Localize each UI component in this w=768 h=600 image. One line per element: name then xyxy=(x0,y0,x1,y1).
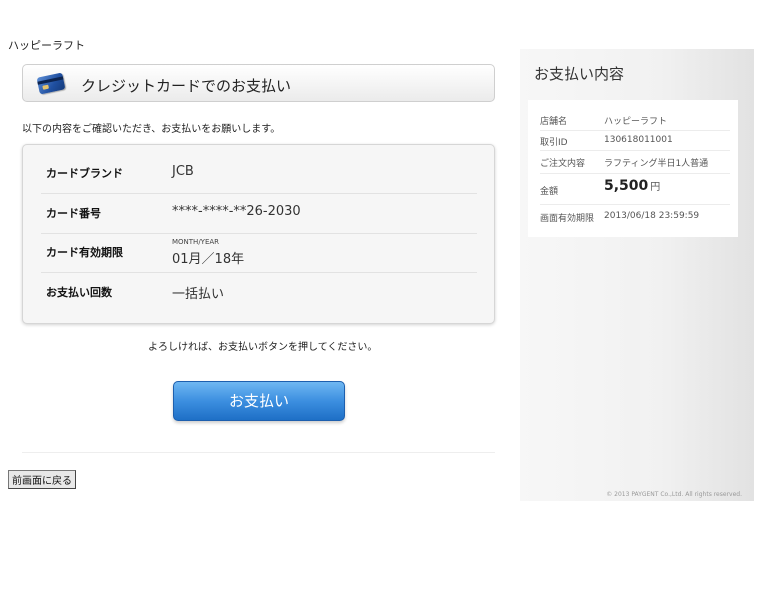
card-brand-row: カードブランド JCB xyxy=(41,153,477,194)
pay-button[interactable]: お支払い xyxy=(173,381,345,421)
summary-amount-value: 5,500 xyxy=(604,178,649,194)
summary-expiry-value: 2013/06/18 23:59:59 xyxy=(604,211,700,221)
card-brand-label: カードブランド xyxy=(46,167,123,180)
card-number-label: カード番号 xyxy=(46,207,101,220)
summary-expiry-row: 画面有効期限 2013/06/18 23:59:59 xyxy=(540,205,730,227)
summary-title: お支払い内容 xyxy=(534,65,625,83)
payment-details-panel: カードブランド JCB カード番号 ****-****-**26-2030 カー… xyxy=(22,144,495,324)
summary-order-row: ご注文内容 ラフティング半日1人普通 xyxy=(540,151,730,174)
page-title-bar: クレジットカードでのお支払い xyxy=(22,64,495,102)
shop-name: ハッピーラフト xyxy=(8,39,85,52)
copyright-text: © 2013 PAYGENT Co.,Ltd. All rights reser… xyxy=(606,491,742,498)
card-number-row: カード番号 ****-****-**26-2030 xyxy=(41,193,477,234)
summary-amount: 5,500 円 xyxy=(604,178,660,194)
installments-row: お支払い回数 一括払い xyxy=(41,272,477,312)
summary-order-value: ラフティング半日1人普通 xyxy=(604,159,709,169)
summary-box: 店舗名 ハッピーラフト 取引ID 130618011001 ご注文内容 ラフティ… xyxy=(528,100,738,237)
summary-shop-value: ハッピーラフト xyxy=(604,117,668,127)
card-number-value: ****-****-**26-2030 xyxy=(172,204,301,219)
card-expiry-label: カード有効期限 xyxy=(46,246,123,259)
summary-shop-label: 店舗名 xyxy=(540,117,568,127)
summary-order-label: ご注文内容 xyxy=(540,159,586,169)
confirm-text: よろしければ、お支払いボタンを押してください。 xyxy=(148,342,378,353)
payment-summary-sidebar: お支払い内容 店舗名 ハッピーラフト 取引ID 130618011001 ご注文… xyxy=(520,49,754,501)
summary-amount-label: 金額 xyxy=(540,187,559,197)
card-expiry-format-note: MONTH/YEAR xyxy=(172,238,220,246)
back-button[interactable]: 前画面に戻る xyxy=(8,470,76,489)
summary-amount-row: 金額 5,500 円 xyxy=(540,174,730,205)
card-brand-value: JCB xyxy=(172,164,194,179)
installments-value: 一括払い xyxy=(172,287,225,302)
page-title: クレジットカードでのお支払い xyxy=(81,77,292,95)
intro-text: 以下の内容をご確認いただき、お支払いをお願いします。 xyxy=(22,124,281,135)
summary-txn-row: 取引ID 130618011001 xyxy=(540,131,730,151)
credit-card-icon xyxy=(36,72,66,95)
summary-txn-value: 130618011001 xyxy=(604,135,673,145)
card-expiry-row: カード有効期限 MONTH/YEAR 01月／18年 xyxy=(41,232,477,273)
summary-txn-label: 取引ID xyxy=(540,138,568,148)
installments-label: お支払い回数 xyxy=(46,286,112,299)
summary-amount-unit: 円 xyxy=(650,182,661,193)
card-expiry-value: 01月／18年 xyxy=(172,252,245,267)
summary-expiry-label: 画面有効期限 xyxy=(540,214,595,224)
divider xyxy=(22,452,495,453)
summary-shop-row: 店舗名 ハッピーラフト xyxy=(540,110,730,131)
